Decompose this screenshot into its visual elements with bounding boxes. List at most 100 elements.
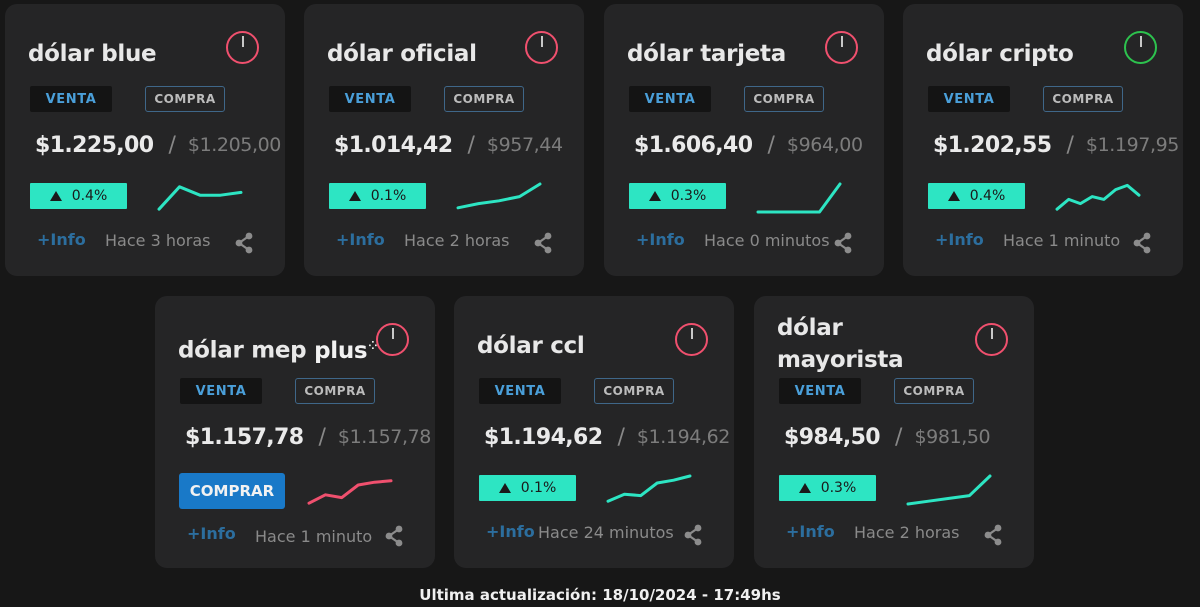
change-value: 0.4%: [71, 188, 108, 204]
compra-price: $1.197,95: [1085, 134, 1180, 156]
sparkline: [606, 474, 692, 503]
more-info-link[interactable]: +Info: [636, 230, 685, 249]
triangle-up-icon: [798, 483, 811, 493]
compra-tab[interactable]: COMPRA: [744, 86, 824, 112]
price-separator: /: [467, 132, 475, 158]
price-row: $1.606,40 / $964,00: [634, 128, 863, 162]
more-info-link[interactable]: +Info: [187, 524, 236, 543]
venta-tab[interactable]: VENTA: [479, 378, 561, 404]
price-row: $1.014,42 / $957,44: [334, 128, 563, 162]
share-icon[interactable]: [683, 524, 703, 546]
price-separator: /: [767, 132, 775, 158]
updated-time: Hace 0 minutos: [704, 231, 830, 250]
compra-price: $1.194,62: [636, 426, 731, 448]
more-info-link[interactable]: +Info: [786, 522, 835, 541]
compra-tab[interactable]: COMPRA: [594, 378, 674, 404]
card-title-text: dólar mep: [178, 337, 307, 364]
venta-tab[interactable]: VENTA: [30, 86, 112, 112]
more-info-link[interactable]: +Info: [935, 230, 984, 249]
share-icon[interactable]: [234, 232, 254, 254]
change-value: 0.4%: [969, 188, 1006, 204]
comprar-button[interactable]: COMPRAR: [179, 473, 285, 509]
card-title: dólar mep plus⁘: [178, 330, 378, 367]
sparkline: [1055, 183, 1141, 211]
price-row: $1.194,62 / $1.194,62: [484, 420, 730, 454]
change-badge: 0.3%: [779, 475, 876, 501]
card-title: dólar oficial: [327, 41, 477, 67]
venta-tab[interactable]: VENTA: [928, 86, 1010, 112]
share-icon[interactable]: [1132, 232, 1152, 254]
venta-price: $1.014,42: [334, 132, 453, 158]
updated-time: Hace 2 horas: [404, 231, 510, 250]
venta-price: $984,50: [784, 424, 881, 450]
clock-icon: [825, 31, 858, 64]
compra-price: $1.205,00: [187, 134, 282, 156]
triangle-up-icon: [498, 483, 511, 493]
compra-tab[interactable]: COMPRA: [444, 86, 524, 112]
updated-time: Hace 1 minuto: [255, 527, 373, 546]
price-separator: /: [617, 424, 625, 450]
share-icon[interactable]: [533, 232, 553, 254]
price-separator: /: [168, 132, 176, 158]
venta-tab[interactable]: VENTA: [180, 378, 262, 404]
triangle-up-icon: [49, 191, 62, 201]
sparkline: [307, 479, 393, 505]
clock-icon: [525, 31, 558, 64]
compra-price: $964,00: [786, 134, 863, 156]
card-title: dólar ccl: [477, 333, 585, 359]
change-value: 0.3%: [670, 188, 707, 204]
change-badge: 0.3%: [629, 183, 726, 209]
price-row: $1.202,55 / $1.197,95: [933, 128, 1179, 162]
venta-tab[interactable]: VENTA: [629, 86, 711, 112]
change-value: 0.1%: [370, 188, 407, 204]
price-row: $1.225,00 / $1.205,00: [35, 128, 281, 162]
change-badge: 0.1%: [479, 475, 576, 501]
sparkline: [756, 182, 842, 214]
card-title: dólar tarjeta: [627, 41, 786, 67]
updated-time: Hace 24 minutos: [538, 523, 674, 542]
compra-tab[interactable]: COMPRA: [1043, 86, 1123, 112]
compra-tab[interactable]: COMPRA: [894, 378, 974, 404]
card-dolar-cripto: dólar cripto VENTA COMPRA $1.202,55 / $1…: [903, 4, 1183, 276]
compra-price: $957,44: [486, 134, 563, 156]
change-badge: 0.4%: [928, 183, 1025, 209]
compra-price: $981,50: [914, 426, 991, 448]
last-update-footer: Ultima actualización: 18/10/2024 - 17:49…: [419, 586, 781, 604]
compra-tab[interactable]: COMPRA: [295, 378, 375, 404]
compra-tab[interactable]: COMPRA: [145, 86, 225, 112]
change-value: 0.3%: [820, 480, 857, 496]
sparkline: [906, 474, 992, 506]
more-info-link[interactable]: +Info: [486, 522, 535, 541]
triangle-up-icon: [348, 191, 361, 201]
venta-price: $1.606,40: [634, 132, 753, 158]
change-value: 0.1%: [520, 480, 557, 496]
venta-price: $1.202,55: [933, 132, 1052, 158]
sparkline: [456, 182, 542, 210]
share-icon[interactable]: [384, 525, 404, 547]
card-dolar-oficial: dólar oficial VENTA COMPRA $1.014,42 / $…: [304, 4, 584, 276]
venta-tab[interactable]: VENTA: [329, 86, 411, 112]
clock-icon: [1124, 31, 1157, 64]
share-icon[interactable]: [833, 232, 853, 254]
card-dolar-blue: dólar blue VENTA COMPRA $1.225,00 / $1.2…: [5, 4, 285, 276]
triangle-up-icon: [947, 191, 960, 201]
price-row: $984,50 / $981,50: [784, 420, 991, 454]
venta-tab[interactable]: VENTA: [779, 378, 861, 404]
sparkline: [157, 185, 243, 211]
venta-price: $1.194,62: [484, 424, 603, 450]
more-info-link[interactable]: +Info: [37, 230, 86, 249]
clock-icon: [226, 31, 259, 64]
compra-price: $1.157,78: [337, 426, 432, 448]
card-title: dólar cripto: [926, 41, 1074, 67]
card-dolar-mep-plus: dólar mep plus⁘ VENTA COMPRA $1.157,78 /…: [155, 296, 435, 568]
clock-icon: [376, 323, 409, 356]
more-info-link[interactable]: +Info: [336, 230, 385, 249]
card-title: dólar mayorista: [777, 315, 904, 373]
price-row: $1.157,78 / $1.157,78: [185, 420, 431, 454]
updated-time: Hace 3 horas: [105, 231, 211, 250]
share-icon[interactable]: [983, 524, 1003, 546]
updated-time: Hace 1 minuto: [1003, 231, 1121, 250]
price-separator: /: [1066, 132, 1074, 158]
card-dolar-mayorista: dólar mayorista VENTA COMPRA $984,50 / $…: [754, 296, 1034, 568]
price-separator: /: [318, 424, 326, 450]
